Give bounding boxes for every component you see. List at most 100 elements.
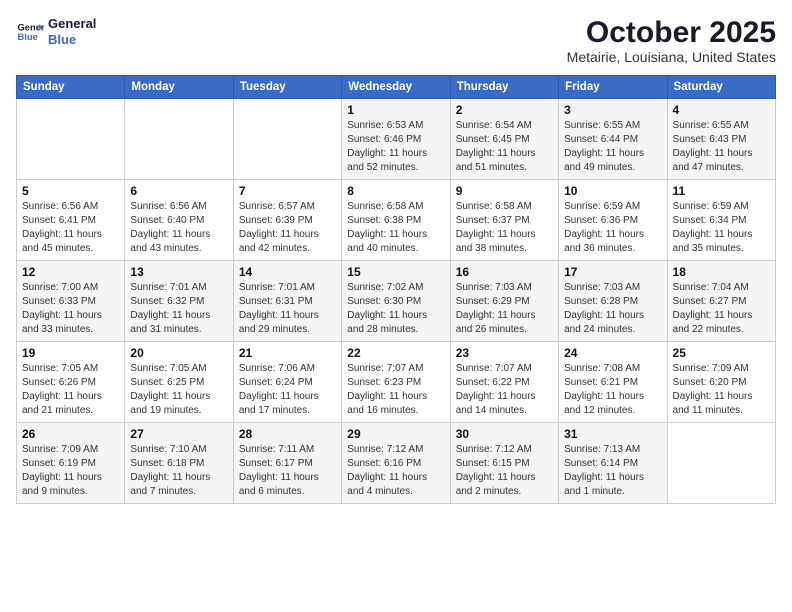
day-number: 17 <box>564 265 661 279</box>
day-number: 23 <box>456 346 553 360</box>
day-cell: 5Sunrise: 6:56 AMSunset: 6:41 PMDaylight… <box>17 180 125 261</box>
day-number: 31 <box>564 427 661 441</box>
day-info: Sunrise: 6:55 AMSunset: 6:44 PMDaylight:… <box>564 119 661 175</box>
day-number: 16 <box>456 265 553 279</box>
day-cell: 20 Sunrise: 7:05 AMSunset: 6:25 PMDayligh… <box>125 342 233 423</box>
day-info: Sunrise: 7:05 AMSunset: 6:25 PMDaylight:… <box>130 362 227 418</box>
day-info: Sunrise: 7:09 AMSunset: 6:19 PMDaylight:… <box>22 443 119 499</box>
day-cell: 23Sunrise: 7:07 AMSunset: 6:22 PMDayligh… <box>450 342 558 423</box>
col-header-saturday: Saturday <box>667 76 775 99</box>
day-info: Sunrise: 6:54 AMSunset: 6:45 PMDaylight:… <box>456 119 553 175</box>
day-cell: 29Sunrise: 7:12 AMSunset: 6:16 PMDayligh… <box>342 423 450 504</box>
day-cell <box>17 99 125 180</box>
day-cell: 25 Sunrise: 7:09 AMSunset: 6:20 PMDayligh… <box>667 342 775 423</box>
day-number: 5 <box>22 184 119 198</box>
day-cell: 26 Sunrise: 7:09 AMSunset: 6:19 PMDayligh… <box>17 423 125 504</box>
week-row-4: 19 Sunrise: 7:05 AMSunset: 6:26 PMDayligh… <box>17 342 776 423</box>
header: General Blue General Blue October 2025 M… <box>16 16 776 65</box>
day-number: 26 <box>22 427 119 441</box>
day-number: 2 <box>456 103 553 117</box>
day-number: 27 <box>130 427 227 441</box>
day-number: 29 <box>347 427 444 441</box>
day-number: 24 <box>564 346 661 360</box>
day-cell: 28Sunrise: 7:11 AMSunset: 6:17 PMDayligh… <box>233 423 341 504</box>
day-cell: 7Sunrise: 6:57 AMSunset: 6:39 PMDaylight… <box>233 180 341 261</box>
title-area: October 2025 Metairie, Louisiana, United… <box>567 16 776 65</box>
day-info: Sunrise: 7:05 AMSunset: 6:26 PMDaylight:… <box>22 362 119 418</box>
day-info: Sunrise: 7:09 AMSunset: 6:20 PMDaylight:… <box>673 362 770 418</box>
day-number: 14 <box>239 265 336 279</box>
day-info: Sunrise: 7:01 AMSunset: 6:31 PMDaylight:… <box>239 281 336 337</box>
day-number: 12 <box>22 265 119 279</box>
day-cell <box>667 423 775 504</box>
day-cell: 11 Sunrise: 6:59 AMSunset: 6:34 PMDayligh… <box>667 180 775 261</box>
day-number: 15 <box>347 265 444 279</box>
day-cell: 6 Sunrise: 6:56 AMSunset: 6:40 PMDaylight… <box>125 180 233 261</box>
week-row-3: 12Sunrise: 7:00 AMSunset: 6:33 PMDayligh… <box>17 261 776 342</box>
day-info: Sunrise: 7:13 AMSunset: 6:14 PMDaylight:… <box>564 443 661 499</box>
day-info: Sunrise: 7:10 AMSunset: 6:18 PMDaylight:… <box>130 443 227 499</box>
day-number: 10 <box>564 184 661 198</box>
day-number: 22 <box>347 346 444 360</box>
col-header-thursday: Thursday <box>450 76 558 99</box>
day-info: Sunrise: 6:58 AMSunset: 6:37 PMDaylight:… <box>456 200 553 256</box>
day-cell: 22 Sunrise: 7:07 AMSunset: 6:23 PMDayligh… <box>342 342 450 423</box>
day-number: 8 <box>347 184 444 198</box>
day-cell: 30 Sunrise: 7:12 AMSunset: 6:15 PMDayligh… <box>450 423 558 504</box>
calendar-table: SundayMondayTuesdayWednesdayThursdayFrid… <box>16 75 776 504</box>
day-number: 4 <box>673 103 770 117</box>
logo: General Blue General Blue <box>16 16 96 47</box>
day-info: Sunrise: 7:06 AMSunset: 6:24 PMDaylight:… <box>239 362 336 418</box>
day-info: Sunrise: 6:58 AMSunset: 6:38 PMDaylight:… <box>347 200 444 256</box>
day-info: Sunrise: 7:11 AMSunset: 6:17 PMDaylight:… <box>239 443 336 499</box>
day-cell <box>125 99 233 180</box>
day-number: 30 <box>456 427 553 441</box>
day-cell: 8 Sunrise: 6:58 AMSunset: 6:38 PMDaylight… <box>342 180 450 261</box>
day-cell: 18Sunrise: 7:04 AMSunset: 6:27 PMDayligh… <box>667 261 775 342</box>
day-info: Sunrise: 6:55 AMSunset: 6:43 PMDaylight:… <box>673 119 770 175</box>
day-cell: 15 Sunrise: 7:02 AMSunset: 6:30 PMDayligh… <box>342 261 450 342</box>
day-info: Sunrise: 7:02 AMSunset: 6:30 PMDaylight:… <box>347 281 444 337</box>
header-row: SundayMondayTuesdayWednesdayThursdayFrid… <box>17 76 776 99</box>
day-number: 1 <box>347 103 444 117</box>
day-number: 18 <box>673 265 770 279</box>
day-info: Sunrise: 7:12 AMSunset: 6:15 PMDaylight:… <box>456 443 553 499</box>
day-number: 20 <box>130 346 227 360</box>
day-number: 13 <box>130 265 227 279</box>
day-number: 6 <box>130 184 227 198</box>
logo-text-line2: Blue <box>48 32 96 48</box>
day-info: Sunrise: 6:57 AMSunset: 6:39 PMDaylight:… <box>239 200 336 256</box>
day-number: 11 <box>673 184 770 198</box>
col-header-wednesday: Wednesday <box>342 76 450 99</box>
day-cell: 12Sunrise: 7:00 AMSunset: 6:33 PMDayligh… <box>17 261 125 342</box>
day-number: 25 <box>673 346 770 360</box>
day-cell: 17 Sunrise: 7:03 AMSunset: 6:28 PMDayligh… <box>559 261 667 342</box>
day-info: Sunrise: 6:56 AMSunset: 6:40 PMDaylight:… <box>130 200 227 256</box>
week-row-1: 1 Sunrise: 6:53 AMSunset: 6:46 PMDaylight… <box>17 99 776 180</box>
day-info: Sunrise: 7:08 AMSunset: 6:21 PMDaylight:… <box>564 362 661 418</box>
day-number: 21 <box>239 346 336 360</box>
day-cell: 2 Sunrise: 6:54 AMSunset: 6:45 PMDaylight… <box>450 99 558 180</box>
day-number: 9 <box>456 184 553 198</box>
col-header-friday: Friday <box>559 76 667 99</box>
day-info: Sunrise: 7:03 AMSunset: 6:28 PMDaylight:… <box>564 281 661 337</box>
day-cell: 19 Sunrise: 7:05 AMSunset: 6:26 PMDayligh… <box>17 342 125 423</box>
month-title: October 2025 <box>567 16 776 49</box>
day-cell: 13Sunrise: 7:01 AMSunset: 6:32 PMDayligh… <box>125 261 233 342</box>
day-info: Sunrise: 7:07 AMSunset: 6:23 PMDaylight:… <box>347 362 444 418</box>
day-cell: 31 Sunrise: 7:13 AMSunset: 6:14 PMDayligh… <box>559 423 667 504</box>
day-info: Sunrise: 6:59 AMSunset: 6:34 PMDaylight:… <box>673 200 770 256</box>
day-cell: 27 Sunrise: 7:10 AMSunset: 6:18 PMDayligh… <box>125 423 233 504</box>
svg-text:Blue: Blue <box>18 31 38 41</box>
day-cell: 3 Sunrise: 6:55 AMSunset: 6:44 PMDaylight… <box>559 99 667 180</box>
day-info: Sunrise: 6:53 AMSunset: 6:46 PMDaylight:… <box>347 119 444 175</box>
day-number: 3 <box>564 103 661 117</box>
day-cell: 9 Sunrise: 6:58 AMSunset: 6:37 PMDaylight… <box>450 180 558 261</box>
day-number: 19 <box>22 346 119 360</box>
day-cell: 4 Sunrise: 6:55 AMSunset: 6:43 PMDaylight… <box>667 99 775 180</box>
logo-icon: General Blue <box>16 18 44 46</box>
day-info: Sunrise: 6:59 AMSunset: 6:36 PMDaylight:… <box>564 200 661 256</box>
day-cell <box>233 99 341 180</box>
day-cell: 14 Sunrise: 7:01 AMSunset: 6:31 PMDayligh… <box>233 261 341 342</box>
day-cell: 16Sunrise: 7:03 AMSunset: 6:29 PMDayligh… <box>450 261 558 342</box>
